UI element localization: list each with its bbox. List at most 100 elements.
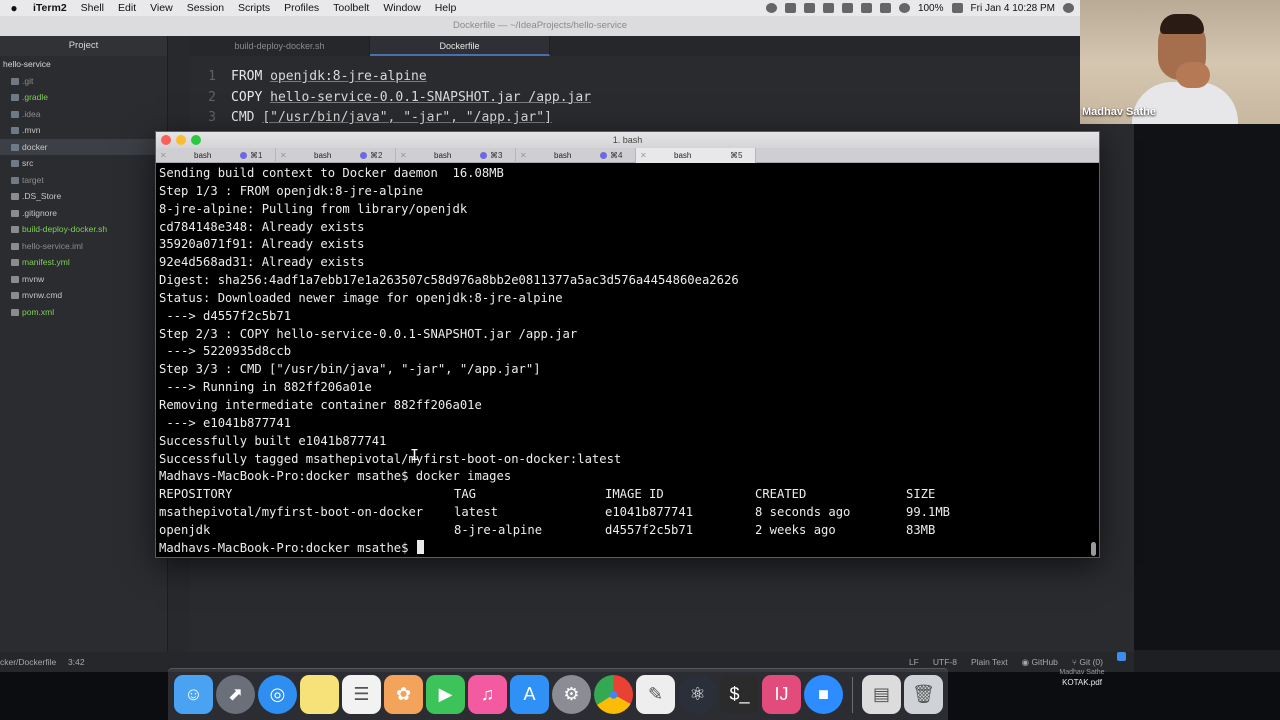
menu-shell[interactable]: Shell [74,2,111,14]
close-tab-icon[interactable]: ✕ [280,148,287,163]
status-file-type[interactable]: Plain Text [971,652,1008,672]
intellij-icon[interactable]: IJ [762,675,801,714]
tab-shortcut: ⌘5 [730,151,743,160]
safari-icon[interactable]: ◎ [258,675,297,714]
tab-label: bash [314,151,332,160]
launchpad-icon[interactable]: ⬈ [216,675,255,714]
minimize-icon[interactable] [176,135,186,145]
dock: ☺ ⬈ ◎ ☰ ✿ ▶ ♫ A ⚙ ● ✎ ⚛ $_ IJ ■ ▤ 🗑 [168,668,948,720]
terminal-icon[interactable]: $_ [720,675,759,714]
status-cursor-position[interactable]: 3:42 [68,652,85,672]
system-preferences-icon[interactable]: ⚙ [552,675,591,714]
zoom-icon[interactable]: ■ [804,675,843,714]
menu-edit[interactable]: Edit [111,2,143,14]
project-tree-item[interactable]: .idea [0,106,167,123]
activity-dot-icon [240,152,247,159]
textedit-icon[interactable]: ✎ [636,675,675,714]
menu-window[interactable]: Window [376,2,427,14]
project-tree-item[interactable]: hello-service.iml [0,238,167,255]
terminal-line: ---> Running in 882ff206a01e [159,380,372,395]
chrome-icon[interactable]: ● [594,675,633,714]
notes-icon[interactable] [300,675,339,714]
photos-icon[interactable]: ✿ [384,675,423,714]
project-tree-item[interactable]: .git [0,73,167,90]
menu-profiles[interactable]: Profiles [277,2,326,14]
volume-icon[interactable] [860,3,872,13]
docker-images-row: msathepivotal/myfirst-boot-on-docker lat… [159,505,951,520]
code-keyword: FROM [231,69,271,84]
project-tree-item[interactable]: build-deploy-docker.sh [0,221,167,238]
menu-scripts[interactable]: Scripts [231,2,277,14]
project-tree-item[interactable]: .DS_Store [0,188,167,205]
iterm-tab-1[interactable]: ✕ bash ⌘1 [156,148,276,163]
app-store-icon[interactable]: A [510,675,549,714]
status-shield-icon[interactable] [803,3,815,13]
battery-icon[interactable] [951,3,963,13]
tab-label: bash [434,151,452,160]
finder-icon[interactable]: ☺ [174,675,213,714]
project-tree-item[interactable]: manifest.yml [0,254,167,271]
facetime-icon[interactable]: ▶ [426,675,465,714]
project-tree-item[interactable]: docker [0,138,167,155]
menu-help[interactable]: Help [428,2,464,14]
airplay-icon[interactable] [841,3,853,13]
itunes-icon[interactable]: ♫ [468,675,507,714]
bluetooth-icon[interactable] [879,3,891,13]
menu-session[interactable]: Session [180,2,231,14]
iterm-title-bar[interactable]: 1. bash [156,132,1099,148]
menu-toolbelt[interactable]: Toolbelt [326,2,376,14]
status-record-icon[interactable] [765,3,777,13]
tree-item-label: .gradle [22,92,48,102]
zoom-window-icon[interactable] [191,135,201,145]
desktop-file-kotak[interactable]: Madhav Sathe KOTAK.pdf [1056,668,1108,688]
menu-view[interactable]: View [143,2,180,14]
tab-build-deploy-docker[interactable]: build-deploy-docker.sh [190,36,370,56]
tab-dockerfile[interactable]: Dockerfile [370,36,550,56]
event-log-icon[interactable] [1117,652,1126,661]
code-line[interactable]: 2 COPY hello-service-0.0.1-SNAPSHOT.jar /… [190,88,591,108]
trash-icon[interactable]: 🗑 [904,675,943,714]
project-tree-item[interactable]: .mvn [0,122,167,139]
document-icon[interactable]: ▤ [862,675,901,714]
iterm-tab-2[interactable]: ✕ bash ⌘2 [276,148,396,163]
desktop-file-name: KOTAK.pdf [1062,678,1102,687]
code-keyword: COPY [231,89,271,105]
terminal-output[interactable]: Sending build context to Docker daemon 1… [159,165,1089,557]
project-tree-item[interactable]: .gradle [0,89,167,106]
close-tab-icon[interactable]: ✕ [520,148,527,163]
terminal-line: Step 2/3 : COPY hello-service-0.0.1-SNAP… [159,326,578,341]
project-tree-item[interactable]: mvnw [0,271,167,288]
terminal-scrollbar[interactable] [1091,542,1096,556]
iterm-window[interactable]: 1. bash ✕ bash ⌘1 ✕ bash ⌘2 ✕ bash ⌘3 ✕ bash ⌘4 ✕ bas… [155,131,1100,558]
project-tree-item[interactable]: pom.xml [0,304,167,321]
wifi-icon[interactable] [898,3,910,13]
project-tree-item[interactable]: .gitignore [0,205,167,222]
terminal-prompt-line[interactable]: Madhavs-MacBook-Pro:docker msathe$ [159,539,1089,558]
code-line[interactable]: 1 FROM openjdk:8-jre-alpine [190,67,427,87]
project-tree-item[interactable]: target [0,172,167,189]
status-github[interactable]: ◉ GitHub [1022,652,1058,672]
close-tab-icon[interactable]: ✕ [640,148,647,163]
spotlight-icon[interactable] [1063,3,1074,13]
project-root[interactable]: hello-service [0,56,167,73]
reminders-icon[interactable]: ☰ [342,675,381,714]
menu-app[interactable]: iTerm2 [26,2,74,14]
atom-icon[interactable]: ⚛ [678,675,717,714]
iterm-tab-3[interactable]: ✕ bash ⌘3 [396,148,516,163]
project-tree-item[interactable]: src [0,155,167,172]
close-tab-icon[interactable]: ✕ [160,148,167,163]
close-tab-icon[interactable]: ✕ [400,148,407,163]
dropbox-icon[interactable] [822,3,834,13]
menubar-clock[interactable]: Fri Jan 4 10:28 PM [971,3,1055,14]
close-icon[interactable] [161,135,171,145]
code-line[interactable]: 3 CMD ["/usr/bin/java", "-jar", "/app.jar… [190,108,552,128]
file-icon [11,226,19,233]
apple-menu-icon[interactable]: ● [8,1,20,15]
status-display-icon[interactable] [784,3,796,13]
iterm-tab-5[interactable]: ✕ bash ⌘5 [636,148,756,163]
project-tree-item[interactable]: mvnw.cmd [0,287,167,304]
iterm-tab-4[interactable]: ✕ bash ⌘4 [516,148,636,163]
line-number: 3 [208,110,216,125]
tree-item-label: hello-service.iml [22,240,83,251]
battery-percent[interactable]: 100% [918,3,944,14]
